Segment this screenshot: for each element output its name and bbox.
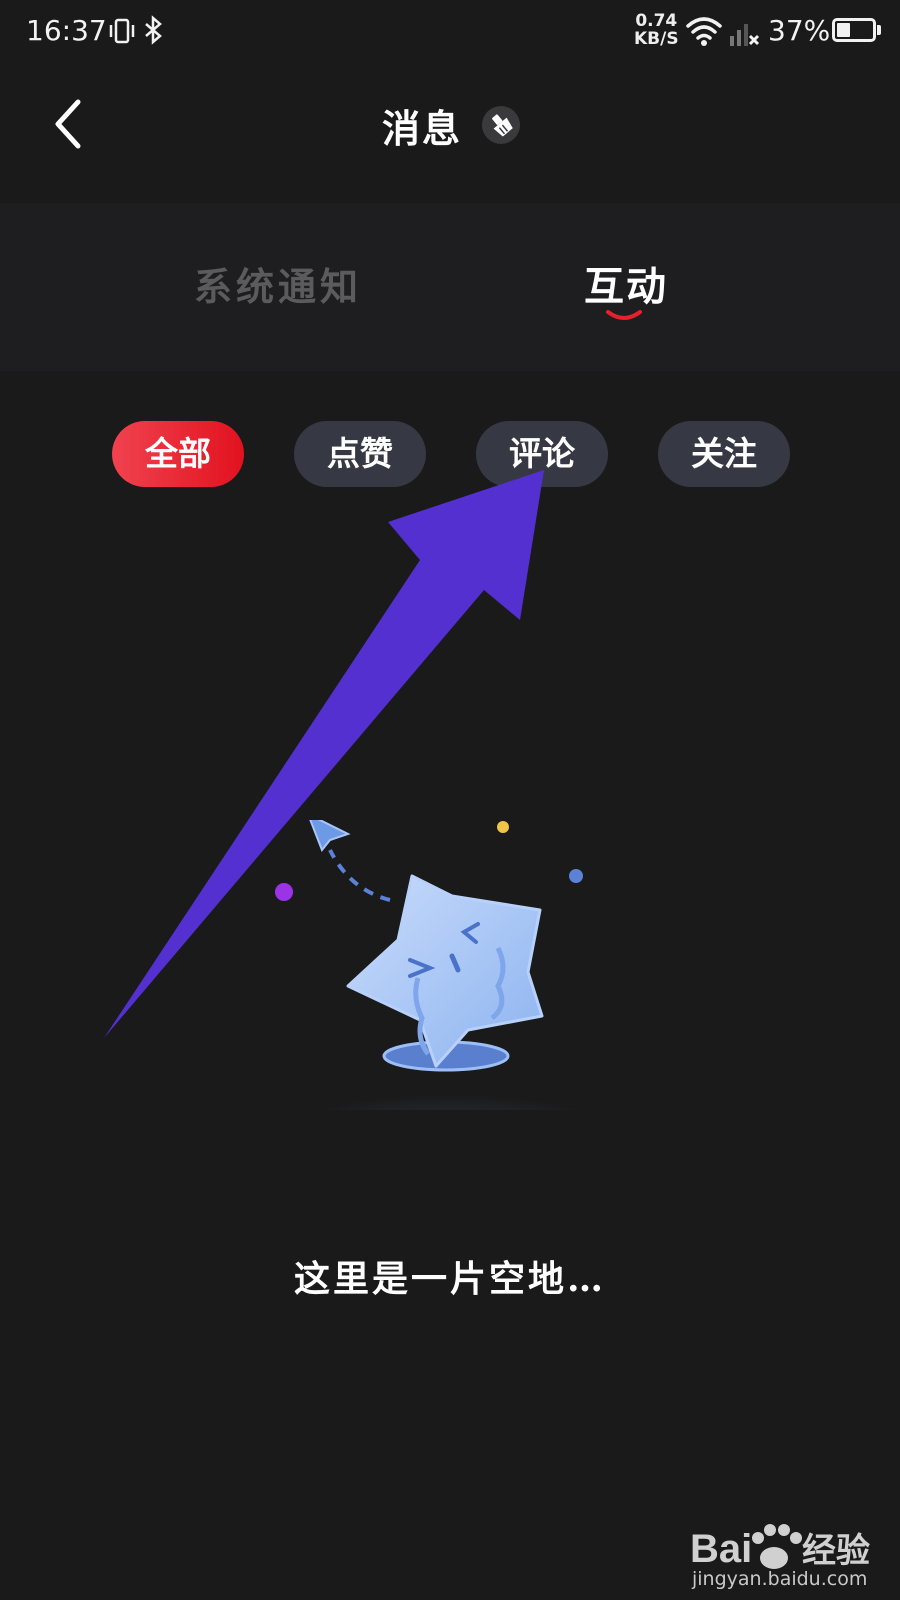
- tab-interaction[interactable]: 互动: [584, 254, 668, 312]
- net-speed: 0.74 KB/S: [634, 11, 679, 49]
- clear-all-button[interactable]: [482, 106, 520, 144]
- no-signal-x-icon: [748, 34, 760, 46]
- watermark-url: jingyan.baidu.com: [692, 1568, 868, 1590]
- wifi-icon: [686, 17, 722, 40]
- battery-tip: [877, 25, 881, 35]
- vibrate-icon: [109, 18, 135, 44]
- battery-fill: [837, 23, 850, 37]
- cell-signal-icon: [730, 24, 748, 46]
- back-button[interactable]: [44, 94, 94, 154]
- page-title: 消息: [382, 106, 463, 151]
- empty-state-message: 这里是一片空地…: [293, 1258, 606, 1300]
- chevron-left-icon: [55, 99, 81, 149]
- annotation-arrow: [104, 470, 544, 1038]
- svg-text:经验: 经验: [802, 1531, 870, 1571]
- filter-follows-chip[interactable]: 关注: [658, 421, 790, 487]
- svg-text:Bai: Bai: [690, 1527, 752, 1571]
- active-tab-indicator: [606, 310, 642, 320]
- tab-system-notice[interactable]: 系统通知: [194, 256, 362, 311]
- vibrate-bluetooth-icons: [109, 15, 162, 45]
- tab-bar: [0, 203, 900, 371]
- blue-dot: [569, 869, 583, 883]
- bluetooth-icon: [145, 15, 162, 45]
- signal-icons: [686, 17, 760, 46]
- battery-icon: [832, 18, 876, 42]
- battery-percent: 37%: [768, 14, 831, 47]
- status-time: 16:37: [26, 14, 107, 47]
- broom-icon: [492, 114, 513, 137]
